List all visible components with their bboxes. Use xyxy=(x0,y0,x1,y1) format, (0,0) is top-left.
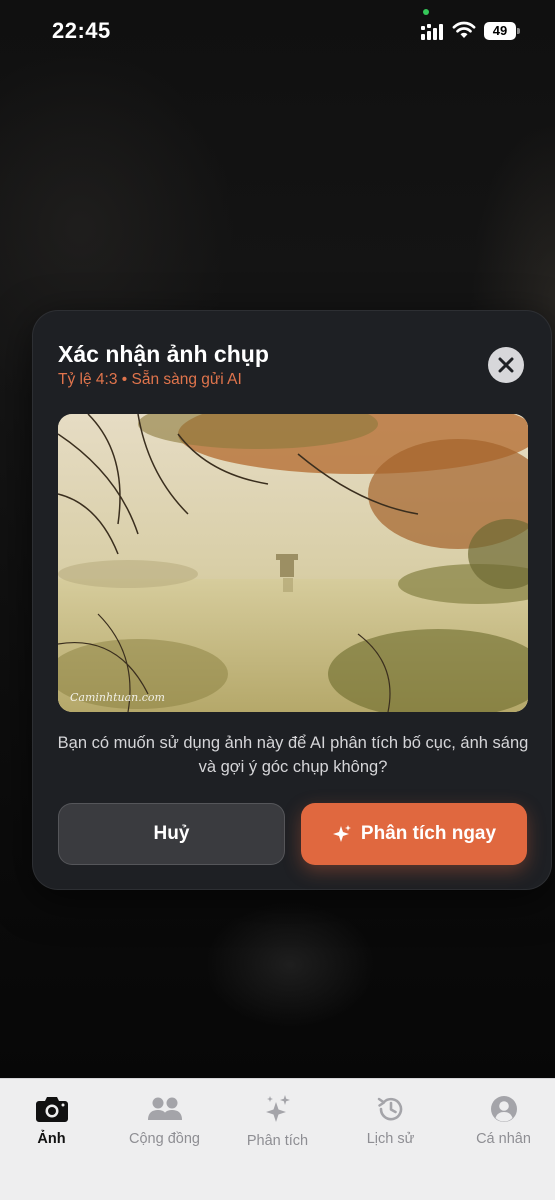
cellular-signal-icon xyxy=(421,24,443,40)
community-icon xyxy=(147,1097,182,1120)
tab-community[interactable]: Cộng đồng xyxy=(109,1093,220,1147)
camera-icon xyxy=(35,1097,68,1122)
battery-icon: 49 xyxy=(484,22,520,40)
close-button[interactable] xyxy=(488,347,524,383)
tab-analysis-label: Phân tích xyxy=(246,1133,309,1149)
tab-history-label: Lịch sử xyxy=(366,1131,415,1147)
tab-photo[interactable]: Ảnh xyxy=(0,1093,107,1147)
analyze-now-label: Phân tích ngay xyxy=(360,823,497,844)
tab-analysis[interactable]: Phân tích xyxy=(222,1093,333,1149)
history-icon xyxy=(377,1097,402,1121)
person-icon xyxy=(490,1096,517,1122)
confirm-photo-modal: Xác nhận ảnh chụp Tỷ lệ 4:3 • Sẵn sàng g… xyxy=(32,310,552,890)
modal-title: Xác nhận ảnh chụp xyxy=(58,341,269,367)
battery-level: 49 xyxy=(484,22,516,40)
close-icon xyxy=(498,357,514,373)
status-bar: 22:45 49 xyxy=(0,0,555,64)
modal-subtitle: Tỷ lệ 4:3 • Sẵn sàng gửi AI xyxy=(58,371,242,388)
tab-history[interactable]: Lịch sử xyxy=(335,1093,446,1147)
cancel-button[interactable]: Huỷ xyxy=(58,803,285,865)
tab-profile-label: Cá nhân xyxy=(476,1131,531,1147)
tab-profile[interactable]: Cá nhân xyxy=(448,1093,555,1147)
tab-community-label: Cộng đồng xyxy=(129,1131,200,1147)
privacy-indicator-dot xyxy=(423,9,429,15)
confirm-question-text: Bạn có muốn sử dụng ảnh này để AI phân t… xyxy=(57,734,529,776)
tab-photo-label: Ảnh xyxy=(37,1131,66,1147)
captured-photo-preview: Caminhtuan.com xyxy=(58,414,528,712)
photo-watermark: Caminhtuan.com xyxy=(70,691,165,704)
wifi-icon xyxy=(452,21,476,38)
status-time: 22:45 xyxy=(52,18,111,43)
lake-photo-image xyxy=(58,414,528,712)
sparkles-icon xyxy=(332,825,351,842)
analyze-now-button[interactable]: Phân tích ngay xyxy=(301,803,527,865)
bottom-tab-bar: Ảnh Cộng đồng Phân tích Lịch sử Cá nhân xyxy=(0,1078,555,1200)
sparkles-icon xyxy=(265,1095,290,1122)
